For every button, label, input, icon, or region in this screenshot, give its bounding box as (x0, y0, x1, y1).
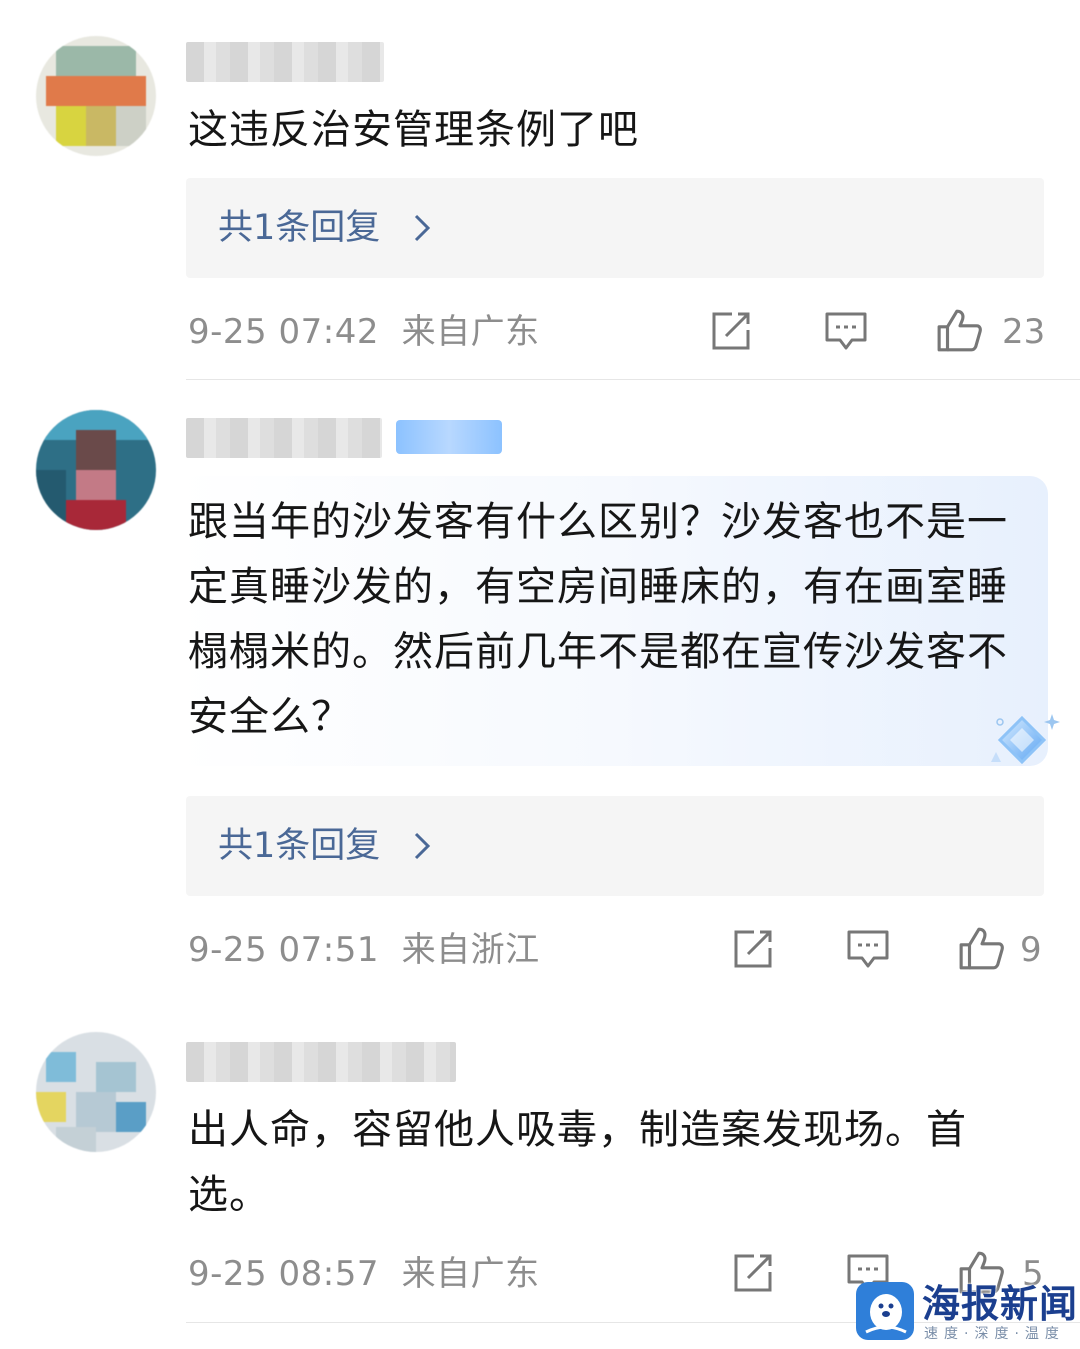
watermark-subtitle: 速度·深度·温度 (924, 1326, 1065, 1342)
share-icon[interactable] (732, 1252, 776, 1294)
location: 来自广东 (401, 1254, 540, 1294)
timestamp: 9-25 08:57 (188, 1254, 379, 1294)
watermark: 海报新闻 速度·深度·温度 (852, 1282, 1080, 1349)
avatar[interactable] (36, 1032, 156, 1152)
username[interactable] (186, 1042, 456, 1082)
seal-icon (865, 1294, 907, 1334)
seal-logo (856, 1282, 914, 1340)
comment-3: 出人命，容留他人吸毒，制造案发现场。首选。 9-25 08:57 来自广东 5 (0, 0, 1080, 1349)
comment-meta: 9-25 08:57 来自广东 (188, 1254, 540, 1294)
watermark-title: 海报新闻 (922, 1282, 1079, 1326)
comment-text: 出人命，容留他人吸毒，制造案发现场。首选。 (188, 1107, 967, 1218)
